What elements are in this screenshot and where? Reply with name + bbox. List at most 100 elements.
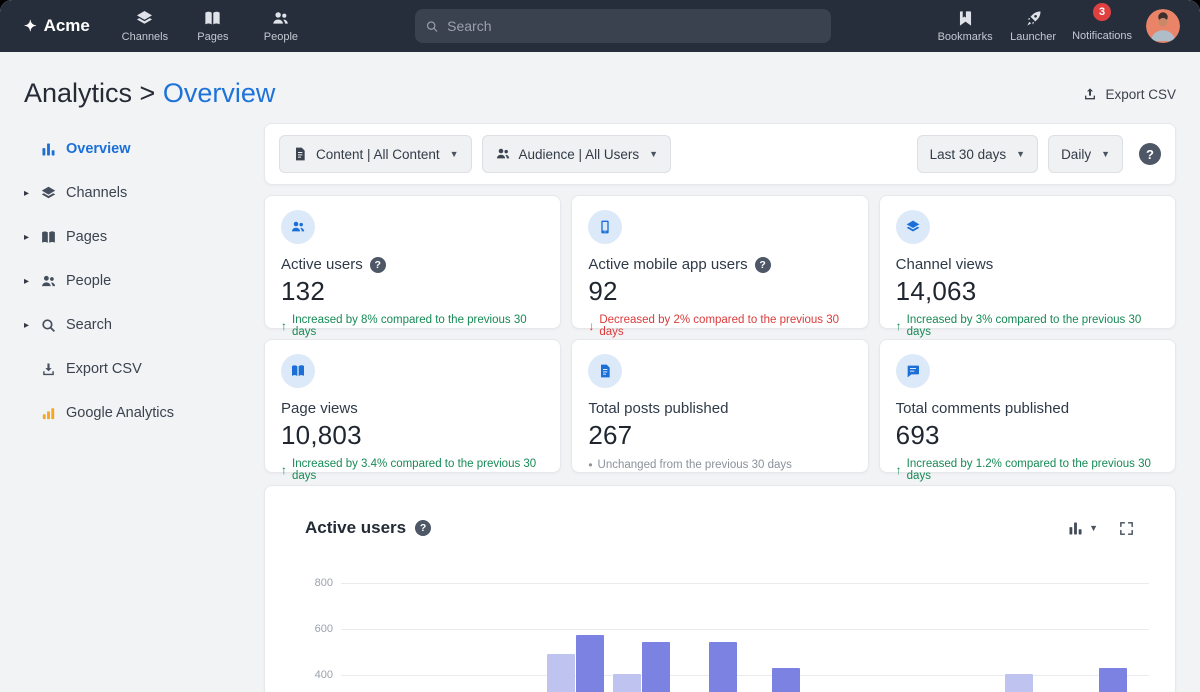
- download-icon: [40, 361, 66, 378]
- book-icon: [40, 229, 66, 246]
- help-icon[interactable]: ?: [755, 257, 771, 273]
- sidebar-item-pages[interactable]: ▸ Pages: [24, 215, 264, 259]
- content-filter-dropdown[interactable]: Content | All Content ▼: [279, 135, 472, 173]
- stat-delta-text: Increased by 1.2% compared to the previo…: [907, 458, 1159, 482]
- gridline: [341, 629, 1149, 630]
- topnav-label: Bookmarks: [938, 31, 993, 43]
- user-avatar[interactable]: [1146, 9, 1180, 43]
- people-icon: [495, 146, 511, 162]
- stat-label: Total posts published: [588, 400, 728, 417]
- chart-type-dropdown[interactable]: ▼: [1067, 520, 1098, 537]
- topnav-label: Pages: [197, 31, 228, 43]
- trend-up-icon: ↑: [281, 463, 287, 477]
- stat-label-row: Channel views: [896, 256, 1159, 273]
- chevron-down-icon: ▼: [649, 149, 658, 159]
- stat-card-total-comments-published: Total comments published 693 ↑ Increased…: [879, 339, 1176, 473]
- stat-card-channel-views: Channel views 14,063 ↑ Increased by 3% c…: [879, 195, 1176, 329]
- stat-label-row: Page views: [281, 400, 544, 417]
- sidebar-item-google-analytics[interactable]: Google Analytics: [24, 391, 264, 435]
- sidebar-item-channels[interactable]: ▸ Channels: [24, 171, 264, 215]
- stat-delta: ↓ Decreased by 2% compared to the previo…: [588, 314, 851, 338]
- topnav-label: Channels: [122, 31, 168, 43]
- stat-value: 267: [588, 420, 851, 451]
- brand-logo[interactable]: ✦ Acme: [24, 16, 90, 36]
- expand-button[interactable]: [1118, 520, 1135, 537]
- chevron-right-icon[interactable]: ▸: [24, 232, 40, 243]
- sidebar: Overview ▸ Channels ▸ Pages ▸ People ▸ S…: [24, 123, 264, 692]
- stat-label: Active mobile app users: [588, 256, 747, 273]
- stat-delta-text: Decreased by 2% compared to the previous…: [599, 314, 851, 338]
- audience-filter-label: Audience | All Users: [519, 147, 640, 162]
- topnav-people[interactable]: People: [252, 0, 310, 52]
- stat-label-row: Total comments published: [896, 400, 1159, 417]
- stat-label: Page views: [281, 400, 358, 417]
- expand-icon: [1118, 520, 1135, 537]
- date-range-dropdown[interactable]: Last 30 days ▼: [917, 135, 1038, 173]
- topnav-pages[interactable]: Pages: [184, 0, 242, 52]
- help-icon[interactable]: ?: [1139, 143, 1161, 165]
- chart-bar[interactable]: [547, 654, 575, 692]
- topnav-notifications[interactable]: 3 Notifications: [1072, 0, 1132, 52]
- y-axis-tick: 400: [289, 669, 333, 681]
- chart-bar[interactable]: [772, 668, 800, 692]
- topbar: ✦ Acme Channels Pages People: [0, 0, 1200, 52]
- sidebar-item-people[interactable]: ▸ People: [24, 259, 264, 303]
- filter-bar: Content | All Content ▼ Audience | All U…: [264, 123, 1176, 185]
- layers-icon: [135, 9, 154, 28]
- stat-delta: ↑ Increased by 3.4% compared to the prev…: [281, 458, 544, 482]
- sidebar-item-overview[interactable]: Overview: [24, 127, 264, 171]
- chart-bar[interactable]: [709, 642, 737, 692]
- topnav-launcher[interactable]: Launcher: [1004, 0, 1062, 52]
- chart-bar[interactable]: [1005, 674, 1033, 692]
- help-icon[interactable]: ?: [415, 520, 431, 536]
- stat-delta: ↑ Increased by 8% compared to the previo…: [281, 314, 544, 338]
- granularity-dropdown[interactable]: Daily ▼: [1048, 135, 1123, 173]
- stat-card-total-posts-published: Total posts published 267 • Unchanged fr…: [571, 339, 868, 473]
- trend-up-icon: ↑: [281, 319, 287, 333]
- chart-controls: ▼: [1067, 520, 1135, 537]
- topnav-channels[interactable]: Channels: [116, 0, 174, 52]
- sidebar-label: Search: [66, 317, 112, 333]
- stat-delta: • Unchanged from the previous 30 days: [588, 458, 851, 472]
- sidebar-item-search[interactable]: ▸ Search: [24, 303, 264, 347]
- chevron-right-icon[interactable]: ▸: [24, 188, 40, 199]
- trend-down-icon: ↓: [588, 319, 594, 333]
- topnav-bookmarks[interactable]: Bookmarks: [936, 0, 994, 52]
- gridline: [341, 583, 1149, 584]
- bookmark-icon: [956, 9, 975, 28]
- breadcrumb-separator: >: [132, 78, 163, 108]
- stat-delta-text: Unchanged from the previous 30 days: [598, 459, 792, 471]
- trend-flat-icon: •: [588, 458, 592, 472]
- export-csv-button[interactable]: Export CSV: [1082, 86, 1176, 102]
- search-input[interactable]: [447, 18, 821, 34]
- stat-value: 693: [896, 420, 1159, 451]
- chart-bar[interactable]: [642, 642, 670, 692]
- stat-value: 92: [588, 276, 851, 307]
- notification-badge: 3: [1093, 3, 1111, 21]
- audience-filter-dropdown[interactable]: Audience | All Users ▼: [482, 135, 672, 173]
- content-filter-label: Content | All Content: [316, 147, 440, 162]
- chart-plot: 800600400: [289, 570, 1151, 692]
- topnav-label: Notifications: [1072, 30, 1132, 42]
- chart-bar[interactable]: [613, 674, 641, 692]
- people-icon: [281, 210, 315, 244]
- chevron-right-icon[interactable]: ▸: [24, 320, 40, 331]
- document-icon: [588, 354, 622, 388]
- stat-delta-text: Increased by 8% compared to the previous…: [292, 314, 544, 338]
- search-icon: [425, 19, 439, 34]
- sidebar-label: Export CSV: [66, 361, 142, 377]
- stat-label-row: Active mobile app users ?: [588, 256, 851, 273]
- people-icon: [40, 273, 66, 290]
- chart-bar[interactable]: [576, 635, 604, 692]
- help-icon[interactable]: ?: [370, 257, 386, 273]
- topnav: Channels Pages People: [116, 0, 310, 52]
- stat-value: 10,803: [281, 420, 544, 451]
- search-box[interactable]: [415, 9, 831, 43]
- trend-up-icon: ↑: [896, 319, 902, 333]
- chart-bar[interactable]: [1099, 668, 1127, 692]
- breadcrumb-current[interactable]: Overview: [163, 78, 276, 108]
- chevron-right-icon[interactable]: ▸: [24, 276, 40, 287]
- sidebar-item-export-csv[interactable]: Export CSV: [24, 347, 264, 391]
- upload-icon: [1082, 86, 1098, 102]
- spark-icon: ✦: [24, 17, 37, 35]
